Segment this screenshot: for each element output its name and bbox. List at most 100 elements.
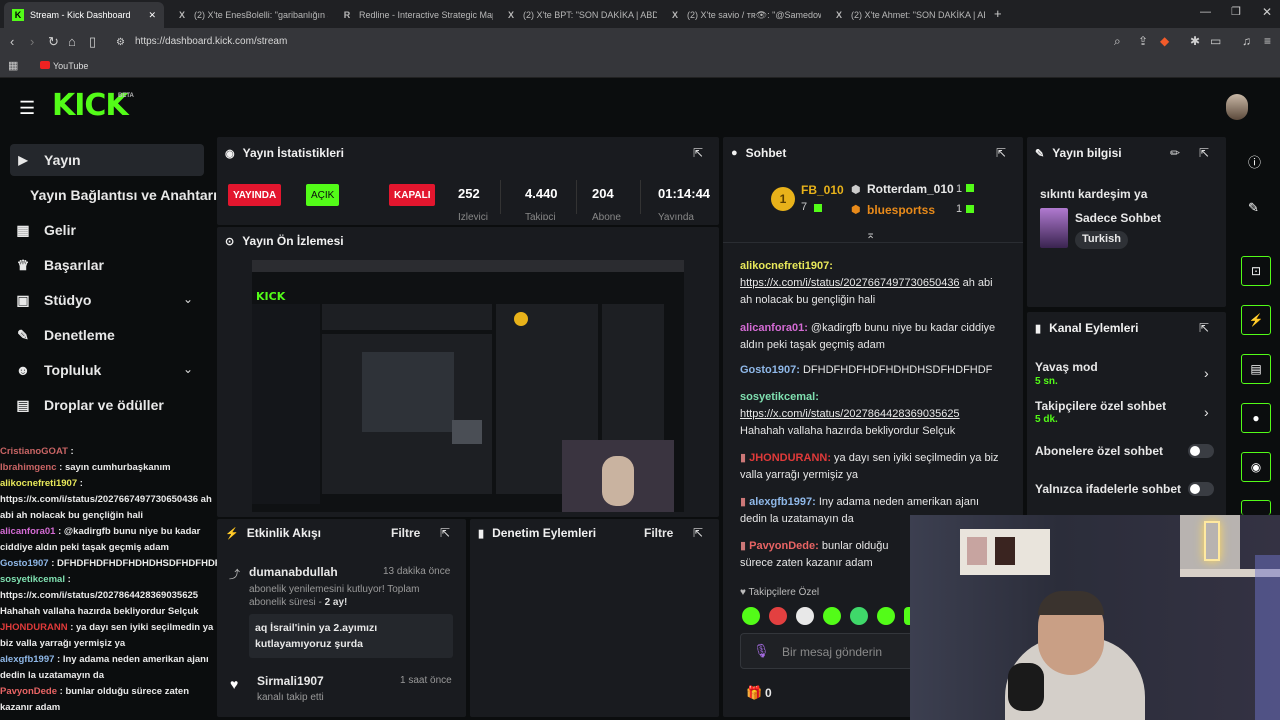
chevron-right-icon[interactable]: › xyxy=(1204,365,1209,381)
chevron-down-icon[interactable]: ⌄ xyxy=(183,292,193,306)
expand-icon[interactable]: ⇱ xyxy=(693,146,703,160)
media-icon[interactable]: ♫ xyxy=(1242,34,1251,48)
expand-icon[interactable]: ⇱ xyxy=(693,526,703,540)
close-tab-icon[interactable]: ✕ xyxy=(148,10,156,21)
chat-username[interactable]: Gosto1907: xyxy=(740,364,800,376)
sidebar-item-droplar[interactable]: ▤ Droplar ve ödüller xyxy=(14,390,163,420)
share-icon[interactable]: ⇪ xyxy=(1138,34,1148,48)
url-input[interactable]: https://dashboard.kick.com/stream xyxy=(135,36,287,47)
edit-icon[interactable]: ✎ xyxy=(1248,200,1259,216)
overlay-chat-username[interactable]: JHONDURANN xyxy=(0,622,68,633)
tab-kick-dashboard[interactable]: K Stream - Kick Dashboard ✕ xyxy=(4,2,164,28)
overlay-chat-username[interactable]: alexgfb1997 xyxy=(0,654,54,665)
expand-icon[interactable]: ⇱ xyxy=(996,146,1006,160)
gift-box-icon[interactable]: 🎁 xyxy=(746,685,762,701)
site-info-icon[interactable]: ⚙ xyxy=(116,37,125,48)
apps-grid-icon[interactable]: ▦ xyxy=(8,59,18,72)
broadcast-icon[interactable]: ◉ xyxy=(1241,452,1271,482)
slow-mode-label[interactable]: Yavaş mod xyxy=(1035,360,1098,374)
tab-x-bpt[interactable]: X (2) X'te BPT: "SON DAKİKA | ABD Baş xyxy=(497,4,657,26)
sidebar-toggle-icon[interactable]: ▭ xyxy=(1210,34,1221,48)
tab-x-enesbolelli[interactable]: X (2) X'te EnesBolelli: "garibanlığın an… xyxy=(168,4,328,26)
sidebar-item-denetleme[interactable]: ✎ Denetleme xyxy=(14,320,115,350)
chat-link[interactable]: https://x.com/i/status/20276674977306504… xyxy=(740,277,960,289)
category-thumbnail[interactable] xyxy=(1040,208,1068,248)
chat-bubble-icon[interactable]: ● xyxy=(1241,403,1271,433)
chat-link[interactable]: https://x.com/i/status/20278644283690356… xyxy=(740,408,960,420)
tab-x-savio[interactable]: X (2) X'te savio / ᴛʀ👁: "@Samedowski xyxy=(661,4,821,26)
home-icon[interactable]: ⌂ xyxy=(68,34,76,49)
activity-filter-button[interactable]: Filtre xyxy=(391,526,420,540)
new-tab-button[interactable]: + xyxy=(994,6,1002,21)
overlay-chat-username[interactable]: alikocnefreti1907 xyxy=(0,478,77,489)
back-icon[interactable]: ‹ xyxy=(10,34,14,49)
chat-username[interactable]: alikocnefreti1907: xyxy=(740,260,833,272)
sidebar-item-topluluk[interactable]: ☻ Topluluk xyxy=(14,355,102,385)
clip-icon[interactable]: ⊡ xyxy=(1241,256,1271,286)
camera-icon[interactable] xyxy=(1241,500,1271,515)
sidebar-item-gelir[interactable]: ▦ Gelir xyxy=(14,215,76,245)
leader-name[interactable]: Rotterdam_010 xyxy=(867,182,954,196)
chat-username[interactable]: alexgfb1997: xyxy=(749,496,816,508)
brave-shield-icon[interactable]: ◆ xyxy=(1160,34,1169,48)
expand-icon[interactable]: ⇱ xyxy=(1199,321,1209,335)
chevron-down-icon[interactable]: ⌄ xyxy=(183,362,193,376)
lightning-icon[interactable]: ⚡ xyxy=(1241,305,1271,335)
bookmark-icon[interactable]: ▯ xyxy=(89,34,96,50)
menu-icon[interactable]: ≡ xyxy=(1264,34,1271,48)
forward-icon[interactable]: › xyxy=(30,34,34,49)
expand-icon[interactable]: ⇱ xyxy=(1199,146,1209,160)
avatar[interactable] xyxy=(1226,94,1248,120)
leader-name[interactable]: FB_010 xyxy=(801,183,844,197)
leader-name[interactable]: bluesportss xyxy=(867,203,935,217)
moderation-filter-button[interactable]: Filtre xyxy=(644,526,673,540)
emote-icon[interactable] xyxy=(823,607,841,625)
category-name[interactable]: Sadece Sohbet xyxy=(1075,211,1161,225)
chat-input[interactable]: 🎙 Bir mesaj gönderin xyxy=(740,633,920,669)
minimize-icon[interactable]: — xyxy=(1200,6,1211,18)
overlay-chat-username[interactable]: Gosto1907 xyxy=(0,558,49,569)
emote-icon[interactable] xyxy=(877,607,895,625)
sidebar-item-stream-key[interactable]: Yayın Bağlantısı ve Anahtarı xyxy=(30,180,217,210)
bookmark-youtube[interactable]: YouTube xyxy=(53,61,88,71)
close-window-icon[interactable]: ✕ xyxy=(1262,5,1272,19)
sidebar-item-studyo[interactable]: ▣ Stüdyo xyxy=(14,285,91,315)
microphone-icon[interactable]: 🎙 xyxy=(753,643,770,659)
expand-icon[interactable]: ⇱ xyxy=(440,526,450,540)
collapse-icon[interactable]: ⌅ xyxy=(866,228,875,241)
chevron-right-icon[interactable]: › xyxy=(1204,404,1209,420)
info-icon[interactable]: ⓘ xyxy=(1248,152,1261,171)
maximize-icon[interactable]: ❐ xyxy=(1231,5,1241,18)
stream-preview-video[interactable]: KICK xyxy=(252,260,684,512)
subscribers-chat-toggle[interactable] xyxy=(1188,444,1214,458)
overlay-chat-username[interactable]: alicanfora01 xyxy=(0,526,55,537)
moderation-panel xyxy=(470,519,719,717)
event-user[interactable]: dumanabdullah xyxy=(249,565,338,579)
emote-icon[interactable] xyxy=(850,607,868,625)
extensions-icon[interactable]: ✱ xyxy=(1190,34,1200,48)
tab-x-ahmet[interactable]: X (2) X'te Ahmet: "SON DAKİKA | ABD B xyxy=(825,4,985,26)
emotes-only-toggle[interactable] xyxy=(1188,482,1214,496)
edit-pencil-icon[interactable]: ✏ xyxy=(1170,146,1180,160)
overlay-chat-username[interactable]: PavyonDede xyxy=(0,686,57,697)
chat-username[interactable]: alicanfora01: xyxy=(740,322,808,334)
chat-username[interactable]: PavyonDede: xyxy=(749,540,819,552)
document-icon[interactable]: ▤ xyxy=(1241,354,1271,384)
chat-username[interactable]: sosyetikcemal: xyxy=(740,391,819,403)
followers-chat-label[interactable]: Takipçilere özel sohbet xyxy=(1035,399,1166,413)
overlay-chat-username[interactable]: CristianoGOAT xyxy=(0,446,68,457)
sidebar-item-yayin[interactable]: ▶ Yayın xyxy=(14,145,80,175)
overlay-chat-username[interactable]: Ibrahimgenc xyxy=(0,462,57,473)
hamburger-menu-icon[interactable]: ☰ xyxy=(19,98,35,119)
reload-icon[interactable]: ↻ xyxy=(48,34,59,50)
overlay-chat-username[interactable]: sosyetikcemal xyxy=(0,574,65,585)
chat-username[interactable]: JHONDURANN: xyxy=(749,452,831,464)
zoom-icon[interactable]: ⌕ xyxy=(1114,34,1121,49)
tab-redline[interactable]: R Redline - Interactive Strategic Map xyxy=(333,4,493,26)
emote-icon[interactable] xyxy=(796,607,814,625)
event-user[interactable]: Sirmali1907 xyxy=(257,674,324,688)
emote-icon[interactable] xyxy=(769,607,787,625)
kick-logo[interactable]: KICK xyxy=(52,88,129,123)
emote-icon[interactable] xyxy=(742,607,760,625)
sidebar-item-basarilar[interactable]: ♛ Başarılar xyxy=(14,250,104,280)
